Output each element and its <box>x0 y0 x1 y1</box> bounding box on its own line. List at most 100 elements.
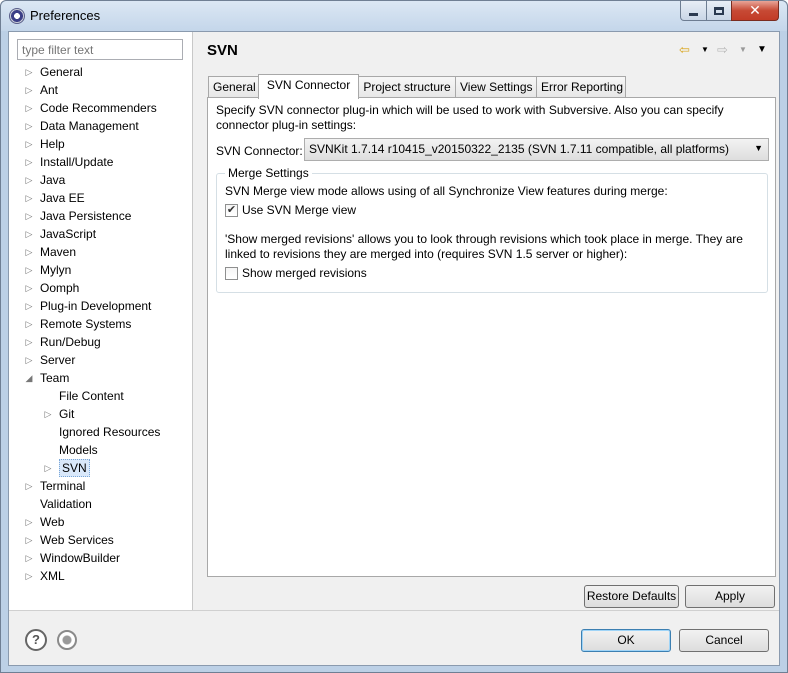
collapsed-arrow-icon[interactable]: ▷ <box>25 171 33 189</box>
collapsed-arrow-icon[interactable]: ▷ <box>25 279 33 297</box>
help-icon[interactable]: ? <box>25 629 47 651</box>
collapsed-arrow-icon[interactable]: ▷ <box>25 351 33 369</box>
tree-item-label: XML <box>40 569 65 583</box>
minimize-button[interactable] <box>680 1 707 21</box>
eclipse-app-icon <box>9 8 25 24</box>
connector-select-value: SVNKit 1.7.14 r10415_v20150322_2135 (SVN… <box>309 142 730 156</box>
apply-button[interactable]: Apply <box>685 585 775 608</box>
collapsed-arrow-icon[interactable]: ▷ <box>25 315 33 333</box>
merge-view-mode-text: SVN Merge view mode allows using of all … <box>225 184 668 198</box>
close-button[interactable]: ✕ <box>731 1 779 21</box>
page-title: SVN <box>207 42 238 59</box>
ok-button[interactable]: OK <box>581 629 671 652</box>
title-bar[interactable]: Preferences ✕ <box>1 1 787 31</box>
collapsed-arrow-icon[interactable]: ▷ <box>44 405 52 423</box>
forward-arrow-icon[interactable]: ⇨ <box>717 42 728 58</box>
collapsed-arrow-icon[interactable]: ▷ <box>25 513 33 531</box>
filter-input[interactable] <box>17 39 183 60</box>
collapsed-arrow-icon[interactable]: ▷ <box>25 81 33 99</box>
back-dropdown-icon[interactable]: ▼ <box>701 42 709 58</box>
tree-item-label: Data Management <box>40 119 139 133</box>
tree-item-label: Remote Systems <box>40 317 132 331</box>
collapsed-arrow-icon[interactable]: ▷ <box>25 567 33 585</box>
tree-item-label: Maven <box>40 245 77 259</box>
collapsed-arrow-icon[interactable]: ▷ <box>25 477 33 495</box>
dialog-client-area: ▷ General ▷ Ant ▷ Code Recommenders ▷ Data Mana… <box>8 31 780 666</box>
bottom-separator <box>9 610 779 611</box>
window-title: Preferences <box>30 8 101 23</box>
show-revisions-label: Show merged revisions <box>242 266 367 280</box>
tree-item-label: Git <box>59 407 75 421</box>
tab-project-structure[interactable]: Project structure <box>358 76 456 98</box>
tree-item-label: SVN <box>59 459 90 477</box>
tree-item-label: Validation <box>40 497 92 511</box>
collapsed-arrow-icon[interactable]: ▷ <box>25 243 33 261</box>
close-icon: ✕ <box>749 2 761 18</box>
use-merge-view-label: Use SVN Merge view <box>242 203 357 217</box>
use-merge-view-checkbox-row[interactable]: ✔ Use SVN Merge view <box>225 202 356 218</box>
tree-item-label: Oomph <box>40 281 80 295</box>
connector-select[interactable]: SVNKit 1.7.14 r10415_v20150322_2135 (SVN… <box>304 138 769 161</box>
show-merged-revisions-checkbox[interactable] <box>225 266 238 280</box>
tree-item-label: Team <box>40 371 70 385</box>
collapsed-arrow-icon[interactable]: ▷ <box>25 225 33 243</box>
merge-settings-group: Merge Settings SVN Merge view mode allow… <box>216 166 768 293</box>
tree-item-label: Install/Update <box>40 155 114 169</box>
collapsed-arrow-icon[interactable]: ▷ <box>25 189 33 207</box>
tree-item-label: Models <box>59 443 98 457</box>
tree-item-label: Run/Debug <box>40 335 101 349</box>
collapsed-arrow-icon[interactable]: ▷ <box>25 549 33 567</box>
cancel-button[interactable]: Cancel <box>679 629 769 652</box>
collapsed-arrow-icon[interactable]: ▷ <box>25 99 33 117</box>
tree-item-label: Mylyn <box>40 263 72 277</box>
tab-view-settings[interactable]: View Settings <box>455 76 537 98</box>
collapsed-arrow-icon[interactable]: ▷ <box>25 261 33 279</box>
connector-description: Specify SVN connector plug-in which will… <box>216 103 724 132</box>
tree-item-label: Java Persistence <box>40 209 132 223</box>
tab-general[interactable]: General <box>208 76 259 98</box>
tree-item-label: Ant <box>40 83 59 97</box>
page-navigation: ⇦ ▼ ⇨ ▼ ▼ <box>679 42 771 58</box>
minimize-icon <box>689 13 698 16</box>
collapsed-arrow-icon[interactable]: ▷ <box>25 297 33 315</box>
collapsed-arrow-icon[interactable]: ▷ <box>25 135 33 153</box>
maximize-icon <box>714 6 724 15</box>
restore-defaults-button[interactable]: Restore Defaults <box>584 585 679 608</box>
tree-item-label: WindowBuilder <box>40 551 121 565</box>
tree-item-label: Help <box>40 137 65 151</box>
tree-item-label: Server <box>40 353 76 367</box>
preferences-window: Preferences ✕ ▷ General ▷ Ant ▷ Code Recommen… <box>0 0 788 673</box>
import-export-icon[interactable] <box>57 630 77 650</box>
tab-error-reporting[interactable]: Error Reporting <box>536 76 626 98</box>
tree-item-label: General <box>40 65 83 79</box>
merge-settings-title: Merge Settings <box>225 166 312 180</box>
collapsed-arrow-icon[interactable]: ▷ <box>25 531 33 549</box>
view-menu-icon[interactable]: ▼ <box>757 42 767 58</box>
collapsed-arrow-icon[interactable]: ▷ <box>44 459 52 477</box>
tree-item-label: File Content <box>59 389 124 403</box>
show-revisions-checkbox-row[interactable]: Show merged revisions <box>225 265 367 281</box>
collapsed-arrow-icon[interactable]: ▷ <box>25 207 33 225</box>
tree-item-label: Web Services <box>40 533 114 547</box>
tree-item-label: Terminal <box>40 479 86 493</box>
connector-label: SVN Connector: <box>216 144 303 158</box>
tab-svn-connector[interactable]: SVN Connector <box>258 74 359 99</box>
collapsed-arrow-icon[interactable]: ▷ <box>25 117 33 135</box>
chevron-down-icon: ▼ <box>754 143 763 153</box>
collapsed-arrow-icon[interactable]: ▷ <box>25 333 33 351</box>
svn-connector-panel: Specify SVN connector plug-in which will… <box>207 97 776 577</box>
use-merge-view-checkbox[interactable]: ✔ <box>225 203 238 217</box>
forward-dropdown-icon[interactable]: ▼ <box>739 42 747 58</box>
tree-item-label: Code Recommenders <box>40 101 157 115</box>
show-revisions-text: 'Show merged revisions' allows you to lo… <box>225 232 743 261</box>
back-arrow-icon[interactable]: ⇦ <box>679 42 690 58</box>
tree-item-label: Plug-in Development <box>40 299 152 313</box>
collapsed-arrow-icon[interactable]: ▷ <box>25 63 33 81</box>
preference-navigation-pane: ▷ General ▷ Ant ▷ Code Recommenders ▷ Data Mana… <box>9 32 193 610</box>
tree-item-label: Java <box>40 173 66 187</box>
tree-item-label: Web <box>40 515 65 529</box>
collapsed-arrow-icon[interactable]: ▷ <box>25 153 33 171</box>
maximize-button[interactable] <box>706 1 732 21</box>
tree-item-label: Java EE <box>40 191 85 205</box>
expanded-arrow-icon[interactable]: ◢ <box>25 369 33 387</box>
